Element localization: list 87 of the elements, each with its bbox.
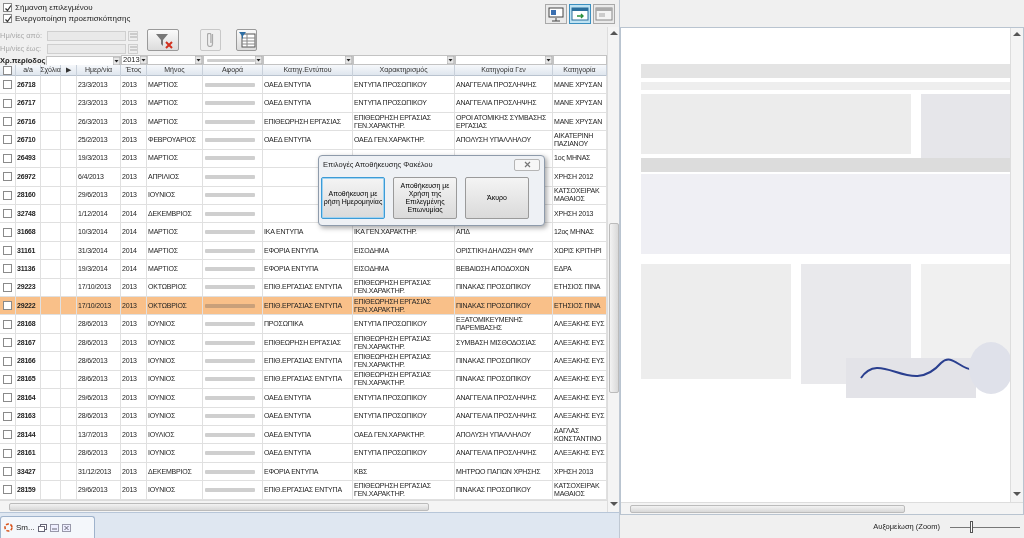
checkbox[interactable] (3, 319, 12, 329)
toolbar-button[interactable] (545, 4, 567, 24)
list-icon (129, 33, 137, 38)
close-icon (61, 523, 71, 532)
caret-icon (447, 56, 454, 64)
screen-icon (547, 6, 565, 22)
dropdown-field[interactable] (455, 55, 553, 65)
checkbox[interactable] (3, 153, 12, 163)
redacted-bar (205, 230, 255, 235)
taskbar-window[interactable]: Sm... (0, 516, 95, 538)
caret-icon (345, 56, 352, 64)
checkbox[interactable] (3, 135, 12, 145)
checkbox[interactable] (3, 374, 12, 384)
option-label: Σήμανση επιλεγμένου (15, 1, 93, 14)
vertical-scrollbar[interactable] (1010, 28, 1023, 502)
minimize-icon (49, 523, 59, 532)
checkbox[interactable] (3, 227, 12, 237)
redacted-bar (205, 101, 255, 106)
redacted-bar (205, 469, 255, 474)
checkbox[interactable] (3, 80, 12, 90)
redacted-bar (205, 322, 255, 327)
checkbox[interactable] (3, 117, 12, 127)
dropdown-field[interactable] (263, 55, 353, 65)
checkbox[interactable] (3, 172, 12, 182)
redacted-bar (205, 395, 255, 400)
checkbox[interactable] (3, 430, 12, 440)
toolbar-button[interactable] (569, 4, 591, 24)
checkbox[interactable] (3, 448, 12, 458)
checkbox[interactable] (3, 467, 12, 477)
checkbox[interactable] (3, 98, 12, 108)
close-button[interactable] (514, 158, 540, 171)
redacted-bar (205, 377, 255, 382)
redacted-bar (205, 82, 255, 87)
close-icon (523, 161, 531, 168)
redacted-bar (205, 488, 255, 492)
redacted-bar (205, 119, 255, 124)
redacted-bar (205, 211, 255, 216)
paperclip-icon (207, 33, 214, 47)
redacted-bar (205, 414, 255, 419)
dropdown-field[interactable] (553, 55, 607, 65)
redacted-bar (205, 451, 255, 456)
dropdown-field[interactable] (147, 55, 203, 65)
checkbox[interactable] (3, 338, 12, 348)
redacted-bar (205, 174, 255, 179)
caret-icon (113, 56, 120, 65)
app-icon (4, 523, 13, 532)
redacted-bar (205, 137, 255, 142)
redacted-bar (205, 248, 255, 253)
checkbox[interactable] (3, 190, 12, 200)
checkbox[interactable] (3, 3, 12, 12)
redacted-bar (205, 193, 255, 198)
funnel-icon (153, 31, 173, 49)
dropdown-field[interactable] (353, 55, 455, 65)
checkbox[interactable] (3, 14, 12, 23)
checkbox[interactable] (3, 209, 12, 219)
checkbox[interactable] (3, 65, 12, 75)
option-label: Ενεργοποίηση προεπισκόπησης (15, 12, 131, 25)
restore-icon (37, 523, 47, 532)
redacted-bar (205, 340, 255, 345)
checkbox[interactable] (3, 356, 12, 366)
checkbox[interactable] (3, 411, 12, 421)
horizontal-scrollbar[interactable] (0, 500, 607, 512)
redacted-bar (205, 303, 255, 308)
redacted-bar (207, 58, 255, 62)
zoom-slider[interactable] (950, 519, 1020, 534)
checkbox[interactable] (3, 246, 12, 255)
checkbox[interactable] (3, 485, 12, 495)
window-icon (595, 6, 613, 22)
checkbox[interactable] (3, 301, 12, 311)
caret-icon (255, 56, 262, 64)
checkbox[interactable] (3, 393, 12, 403)
vertical-scrollbar[interactable] (607, 27, 619, 512)
redacted-bar (205, 432, 255, 437)
redacted-bar (205, 285, 255, 290)
redacted-bar (205, 156, 255, 161)
toolbar-button[interactable] (147, 29, 179, 51)
horizontal-scrollbar[interactable] (621, 502, 1023, 514)
checkbox[interactable] (3, 264, 12, 274)
caret-icon (545, 56, 552, 64)
caret-icon (195, 56, 202, 64)
toolbar-button[interactable] (236, 29, 257, 51)
redacted-bar (205, 266, 255, 271)
table-funnel-icon (237, 31, 256, 49)
list-icon (129, 46, 137, 51)
caret-icon (139, 56, 147, 64)
redacted-bar (205, 359, 255, 364)
checkbox[interactable] (3, 282, 12, 292)
